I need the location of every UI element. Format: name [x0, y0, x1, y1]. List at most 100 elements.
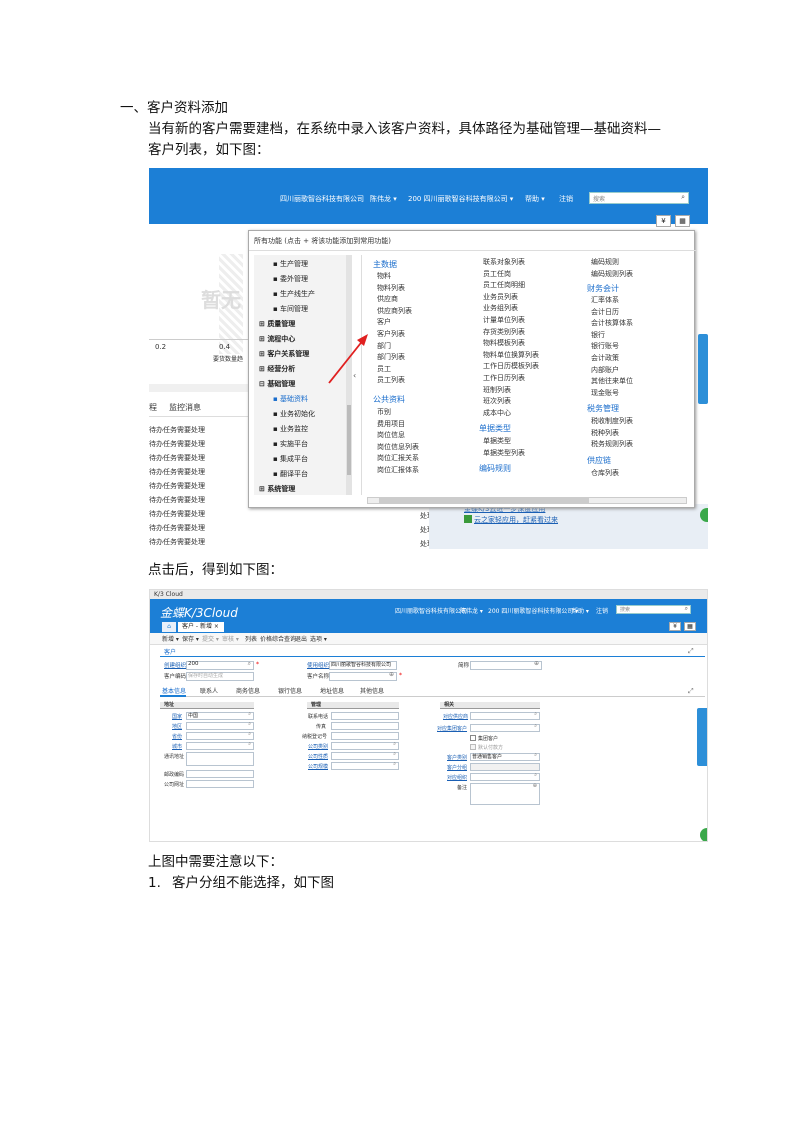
cust-code-field[interactable]: 保存时自动生成: [186, 672, 254, 681]
chat-icon[interactable]: [700, 508, 708, 522]
lookup-icon[interactable]: ⌕: [534, 711, 537, 717]
company-type-field[interactable]: ⌕: [331, 741, 399, 750]
menu-item[interactable]: 内部账户: [591, 365, 633, 377]
cust-group-field[interactable]: [470, 763, 540, 771]
phone-field[interactable]: [331, 712, 399, 720]
province-field[interactable]: ⌕: [186, 731, 254, 740]
tree-item[interactable]: ▪ 委外管理: [273, 274, 308, 284]
menu-item[interactable]: 物料单位换算列表: [483, 350, 539, 362]
side-quick-buttons[interactable]: [697, 708, 707, 766]
menu-item[interactable]: 业务组列表: [483, 303, 539, 315]
header-logout[interactable]: 注销: [596, 606, 608, 615]
menu-item[interactable]: 计量单位列表: [483, 315, 539, 327]
tree-item[interactable]: ▪ 车间管理: [273, 304, 308, 314]
tree-item[interactable]: ▪ 翻译平台: [273, 469, 308, 479]
menu-item[interactable]: 单据类型列表: [483, 448, 525, 460]
subtab-other[interactable]: 其他信息: [360, 687, 384, 696]
subtab-contact[interactable]: 联系人: [200, 687, 218, 696]
company-size-field[interactable]: ⌕: [331, 761, 399, 770]
header-company[interactable]: 四川丽歌智谷科技有限公司: [280, 194, 364, 204]
checkbox-group-customer[interactable]: [470, 735, 476, 741]
menu-item[interactable]: 费用项目: [377, 419, 419, 431]
menu-item[interactable]: 员工任岗明细: [483, 280, 539, 292]
fax-field[interactable]: [331, 722, 399, 730]
lookup-icon[interactable]: ⌕: [248, 731, 251, 737]
city-field[interactable]: ⌕: [186, 741, 254, 750]
tab-process[interactable]: 程: [149, 403, 157, 412]
menu-item[interactable]: 物料列表: [377, 283, 412, 295]
menu-item[interactable]: 税收制度列表: [591, 416, 633, 428]
tab-monitor[interactable]: 监控消息: [169, 403, 201, 412]
task-item[interactable]: 待办任务需要处理: [149, 454, 205, 463]
task-item[interactable]: 待办任务需要处理: [149, 468, 205, 477]
header-org[interactable]: 200 四川丽歌智谷科技有限公司 ▾: [488, 606, 578, 615]
home-tab-icon[interactable]: ⌂: [162, 622, 176, 632]
tree-scroll-thumb[interactable]: [347, 405, 351, 475]
supplier-field[interactable]: ⌕: [470, 711, 540, 720]
menu-item[interactable]: 会计政策: [591, 353, 633, 365]
lookup-icon[interactable]: ⌕: [534, 752, 537, 758]
collapse-button[interactable]: ¥: [669, 622, 681, 631]
tree-item[interactable]: ⊞ 客户关系管理: [259, 349, 309, 359]
tax-no-field[interactable]: [331, 732, 399, 740]
menu-item[interactable]: 员工任岗: [483, 269, 539, 281]
checkbox-default-payer[interactable]: [470, 744, 476, 750]
multilang-icon[interactable]: ⊕: [533, 783, 537, 789]
menu-item[interactable]: 岗位汇报关系: [377, 453, 419, 465]
menu-item[interactable]: 岗位汇报体系: [377, 465, 419, 477]
menu-item-customer-list[interactable]: 客户列表: [377, 329, 412, 341]
header-logout[interactable]: 注销: [559, 194, 573, 204]
menu-item[interactable]: 供应商列表: [377, 306, 412, 318]
group-customer-field[interactable]: ⌕: [470, 723, 540, 732]
subtab-business[interactable]: 商务信息: [236, 687, 260, 696]
remark-field[interactable]: ⊕: [470, 783, 540, 805]
toolbar-options-button[interactable]: 选项 ▾: [310, 635, 327, 644]
menu-item[interactable]: 其他往来单位: [591, 376, 633, 388]
menu-item[interactable]: 银行: [591, 330, 633, 342]
bottom-link[interactable]: 云之家轻应用，赶紧看过来: [474, 516, 558, 525]
header-help[interactable]: 帮助 ▾: [525, 194, 545, 204]
menu-item[interactable]: 银行账号: [591, 341, 633, 353]
menu-item[interactable]: 税务规则列表: [591, 439, 633, 451]
menu-item[interactable]: 存货类别列表: [483, 327, 539, 339]
menu-item[interactable]: 工作日历模板列表: [483, 361, 539, 373]
tree-item[interactable]: ▪ 业务初始化: [273, 409, 315, 419]
header-search-input[interactable]: 搜索 ⌕: [589, 192, 689, 204]
menu-item[interactable]: 税种列表: [591, 428, 633, 440]
menu-item[interactable]: 班制列表: [483, 385, 539, 397]
menu-item[interactable]: 员工列表: [377, 375, 412, 387]
tab-customer-new[interactable]: 客户 - 新增 ×: [178, 622, 224, 632]
menu-item[interactable]: 会计日历: [591, 307, 633, 319]
country-field[interactable]: 中国 ⌕: [186, 711, 254, 720]
menu-item[interactable]: 物料模板列表: [483, 338, 539, 350]
lookup-icon[interactable]: ⌕: [534, 723, 537, 729]
menu-item[interactable]: 会计核算体系: [591, 318, 633, 330]
header-org[interactable]: 200 四川丽歌智谷科技有限公司 ▾: [408, 194, 513, 204]
lookup-icon[interactable]: ⌕: [248, 721, 251, 727]
tree-item[interactable]: ⊞ 流程中心: [259, 334, 295, 344]
subtab-bank[interactable]: 银行信息: [278, 687, 302, 696]
menu-item[interactable]: 部门: [377, 341, 412, 353]
expand-icon[interactable]: ⤢: [688, 647, 694, 656]
postcode-field[interactable]: [186, 770, 254, 778]
side-quick-buttons[interactable]: [698, 334, 708, 404]
expand-icon[interactable]: ⤢: [688, 687, 694, 696]
lookup-icon[interactable]: ⌕: [393, 761, 396, 767]
create-org-field[interactable]: 200 ⌕: [186, 660, 254, 670]
tree-item[interactable]: ⊟ 基础管理: [259, 379, 295, 389]
menu-item[interactable]: 编码规则列表: [591, 269, 633, 281]
lookup-icon[interactable]: ⌕: [393, 741, 396, 747]
collapse-button[interactable]: ¥: [656, 215, 671, 227]
toolbar-list-button[interactable]: 列表: [245, 635, 257, 644]
menu-item[interactable]: 币别: [377, 407, 419, 419]
menu-item[interactable]: 编码规则: [591, 257, 633, 269]
cust-name-field[interactable]: ⊕: [329, 671, 397, 681]
toolbar-submit-button[interactable]: 提交 ▾: [202, 635, 219, 644]
short-name-field[interactable]: ⊕: [470, 660, 542, 670]
task-item[interactable]: 待办任务需要处理: [149, 510, 205, 519]
task-item[interactable]: 待办任务需要处理: [149, 426, 205, 435]
tree-item[interactable]: ▪ 生产线生产: [273, 289, 315, 299]
tree-item[interactable]: ⊞ 系统管理: [259, 484, 295, 494]
task-item[interactable]: 待办任务需要处理: [149, 538, 205, 547]
grid-icon[interactable]: ▦: [684, 622, 696, 631]
